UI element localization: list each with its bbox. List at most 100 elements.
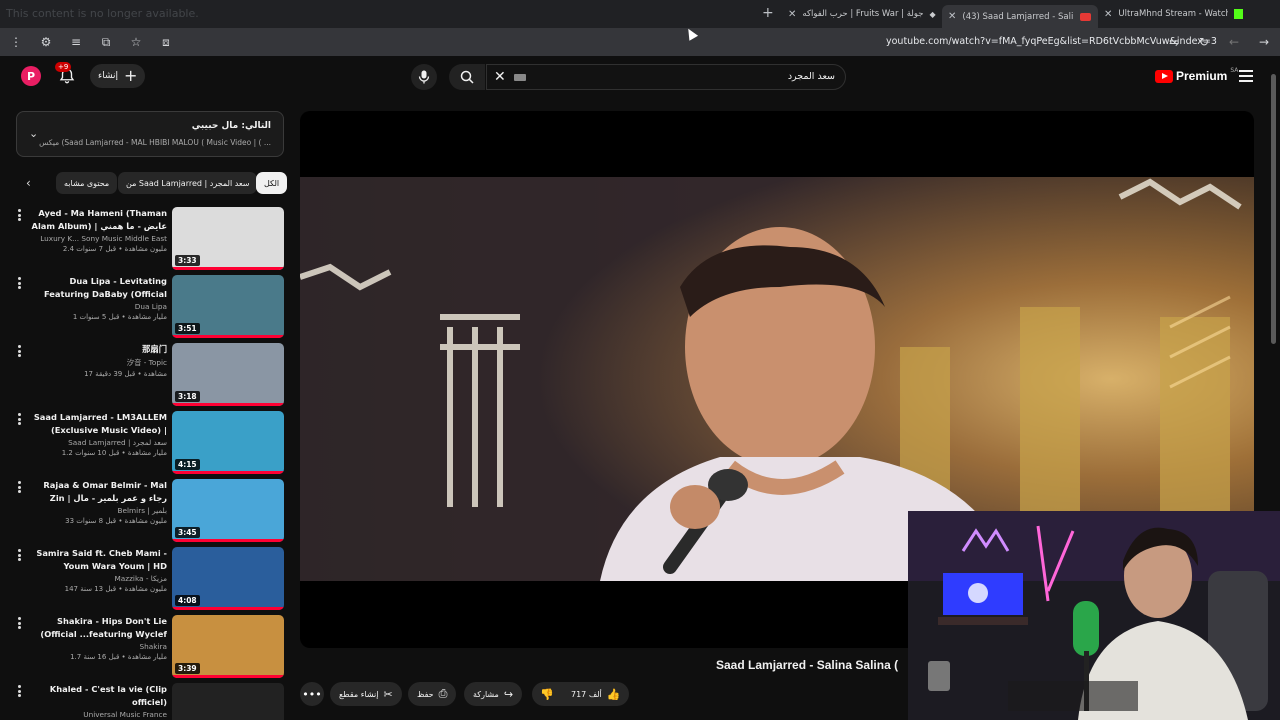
list-item[interactable]: 那扇门 汐音 - Topic 17 مشاهدة • قبل 39 دقيقة 3:1…: [0, 343, 290, 407]
playlist-panel[interactable]: ⌄ التالي: مال حبيبي ميكس (Saad Lamjarred…: [16, 111, 284, 157]
watched-progress-bar: [172, 335, 284, 338]
voice-search-button[interactable]: [411, 64, 437, 90]
video-thumbnail[interactable]: 3:51: [172, 275, 284, 338]
like-count: 717 ألف: [571, 689, 602, 699]
related-title[interactable]: Saad Lamjarred - LM3ALLEM (Exclusive Mus…: [28, 411, 167, 436]
list-item[interactable]: Rajaa & Omar Belmir - Mal Zin | رجاء و ع…: [0, 479, 290, 543]
tab-ultramhnd[interactable]: ✕ UltraMhnd Stream - Watch Live: [1104, 5, 1254, 23]
address-bar: ⋮ ⚙ ≡ ⧉ ☆ ⧈ youtube.com/watch?v=fMA_fyqP…: [0, 28, 1280, 56]
guide-menu-icon[interactable]: [1239, 70, 1253, 82]
forward-icon[interactable]: →: [1256, 34, 1272, 50]
close-icon[interactable]: ✕: [1104, 9, 1112, 20]
dislike-button[interactable]: 👎: [532, 682, 562, 706]
related-channel[interactable]: Shakira: [28, 642, 167, 651]
video-thumbnail[interactable]: 4:15: [172, 411, 284, 474]
tune-icon[interactable]: ⇋: [1166, 34, 1182, 50]
close-icon[interactable]: ✕: [788, 9, 796, 20]
youtube-premium-logo[interactable]: Premium SA: [1155, 67, 1238, 83]
list-item[interactable]: Samira Said ft. Cheb Mami - Youm Wara Yo…: [0, 547, 290, 611]
tab-label: (43) Saad Lamjarred - Salina Sa: [962, 11, 1074, 22]
new-tab-button[interactable]: +: [762, 5, 774, 21]
playlist-icon[interactable]: ≡: [68, 34, 84, 50]
star-icon[interactable]: ☆: [128, 34, 144, 50]
page-scrollbar[interactable]: [1271, 74, 1276, 344]
tab-label: UltraMhnd Stream - Watch Live: [1118, 9, 1229, 19]
related-channel[interactable]: 汐音 - Topic: [28, 358, 167, 368]
watched-progress-bar: [172, 539, 284, 542]
chevron-down-icon[interactable]: ⌄: [29, 127, 38, 140]
video-info: Saad Lamjarred - LM3ALLEM (Exclusive Mus…: [28, 411, 167, 457]
search-button[interactable]: [449, 64, 485, 90]
related-title[interactable]: Ayed - Ma Hameni (Thaman Alam Album) | ع…: [28, 207, 167, 232]
tab-saad-lamjarred[interactable]: ✕ (43) Saad Lamjarred - Salina Sa: [942, 5, 1098, 28]
list-item[interactable]: Ayed - Ma Hameni (Thaman Alam Album) | ع…: [0, 207, 290, 271]
watched-progress-bar: [172, 267, 284, 270]
related-title[interactable]: Rajaa & Omar Belmir - Mal Zin | رجاء و ع…: [28, 479, 167, 504]
video-info: Ayed - Ma Hameni (Thaman Alam Album) | ع…: [28, 207, 167, 253]
tab-fruits-war[interactable]: ✕ حرب الفواكه | Fruits War | جولة ◆: [788, 5, 938, 23]
related-title[interactable]: Dua Lipa - Levitating Featuring DaBaby (…: [28, 275, 167, 300]
share-button[interactable]: مشاركة ↪: [464, 682, 523, 706]
list-item[interactable]: Khaled - C'est la vie (Clip officiel) Uni…: [0, 683, 290, 720]
related-channel[interactable]: Belmirs | بلمير: [28, 506, 167, 515]
clear-search-icon[interactable]: ✕: [494, 69, 506, 85]
chip-related[interactable]: محتوى مشابه: [56, 172, 118, 194]
related-title[interactable]: 那扇门: [28, 343, 167, 356]
related-channel[interactable]: Luxury K... Sony Music Middle East: [28, 234, 167, 243]
cast-icon[interactable]: ⧈: [158, 34, 174, 50]
save-button[interactable]: حفظ ⎙: [408, 682, 457, 706]
tab-label: حرب الفواكه | Fruits War | جولة: [802, 9, 924, 19]
more-vert-icon[interactable]: [18, 345, 22, 357]
create-button[interactable]: إنشاء +: [90, 64, 146, 88]
more-vert-icon[interactable]: [18, 481, 22, 493]
playlist-subtitle: ميكس (Saad Lamjarred - MAL HBIBI MALOU (…: [39, 138, 271, 147]
search-input[interactable]: ✕ سعد المجرد: [486, 64, 846, 90]
video-thumbnail[interactable]: 3:39: [172, 615, 284, 678]
chip-all[interactable]: الكل: [256, 172, 288, 194]
video-thumbnail[interactable]: 3:18: [172, 343, 284, 406]
close-icon[interactable]: ✕: [948, 11, 956, 22]
list-item[interactable]: Dua Lipa - Levitating Featuring DaBaby (…: [0, 275, 290, 339]
puzzle-icon[interactable]: ⧉: [98, 34, 114, 50]
bookmark-icon: ⎙: [438, 687, 448, 700]
duration-badge: 4:15: [175, 459, 200, 470]
chip-from-channel[interactable]: من Saad Lamjarred | سعد المجرد: [118, 172, 258, 194]
plus-icon: +: [124, 66, 138, 85]
reload-icon[interactable]: ↻: [1196, 34, 1212, 50]
menu-dots-icon[interactable]: ⋮: [8, 34, 24, 50]
webcam-overlay: [908, 511, 1280, 720]
more-vert-icon[interactable]: [18, 209, 22, 221]
list-item[interactable]: Saad Lamjarred - LM3ALLEM (Exclusive Mus…: [0, 411, 290, 475]
related-meta: 147 مليون مشاهدة • قبل 13 سنة: [64, 585, 167, 593]
video-thumbnail[interactable]: 3:33: [172, 207, 284, 270]
more-vert-icon[interactable]: [18, 413, 22, 425]
extension-icon[interactable]: ⚙: [38, 34, 54, 50]
chevron-left-icon[interactable]: ‹: [26, 176, 31, 190]
more-vert-icon[interactable]: [18, 277, 22, 289]
microphone-icon: [418, 70, 430, 84]
back-icon[interactable]: ←: [1226, 34, 1242, 50]
related-channel[interactable]: Universal Music France: [28, 710, 167, 719]
video-thumbnail[interactable]: 3:45: [172, 479, 284, 542]
search-query: سعد المجرد: [787, 71, 835, 82]
clip-button[interactable]: إنشاء مقطع ✂: [330, 682, 402, 706]
like-button[interactable]: 717 ألف 👍: [562, 682, 630, 706]
more-actions-button[interactable]: •••: [300, 682, 324, 706]
related-title[interactable]: Khaled - C'est la vie (Clip officiel): [28, 683, 167, 708]
related-channel[interactable]: Mazzika - مزيكا: [28, 574, 167, 583]
related-title[interactable]: Samira Said ft. Cheb Mami - Youm Wara Yo…: [28, 547, 167, 572]
related-title[interactable]: Shakira - Hips Don't Lie (Official ...fe…: [28, 615, 167, 640]
avatar[interactable]: P: [21, 66, 41, 86]
related-channel[interactable]: Dua Lipa: [28, 302, 167, 311]
watched-progress-bar: [172, 403, 284, 406]
keyboard-icon[interactable]: [514, 74, 526, 81]
video-info: Rajaa & Omar Belmir - Mal Zin | رجاء و ع…: [28, 479, 167, 525]
video-thumbnail[interactable]: 4:08: [172, 547, 284, 610]
more-vert-icon[interactable]: [18, 617, 22, 629]
list-item[interactable]: Shakira - Hips Don't Lie (Official ...fe…: [0, 615, 290, 679]
more-vert-icon[interactable]: [18, 685, 22, 697]
video-thumbnail[interactable]: [172, 683, 284, 720]
more-vert-icon[interactable]: [18, 549, 22, 561]
related-channel[interactable]: Saad Lamjarred | سعد لمجرد: [28, 438, 167, 447]
game-icon: ◆: [929, 9, 936, 19]
